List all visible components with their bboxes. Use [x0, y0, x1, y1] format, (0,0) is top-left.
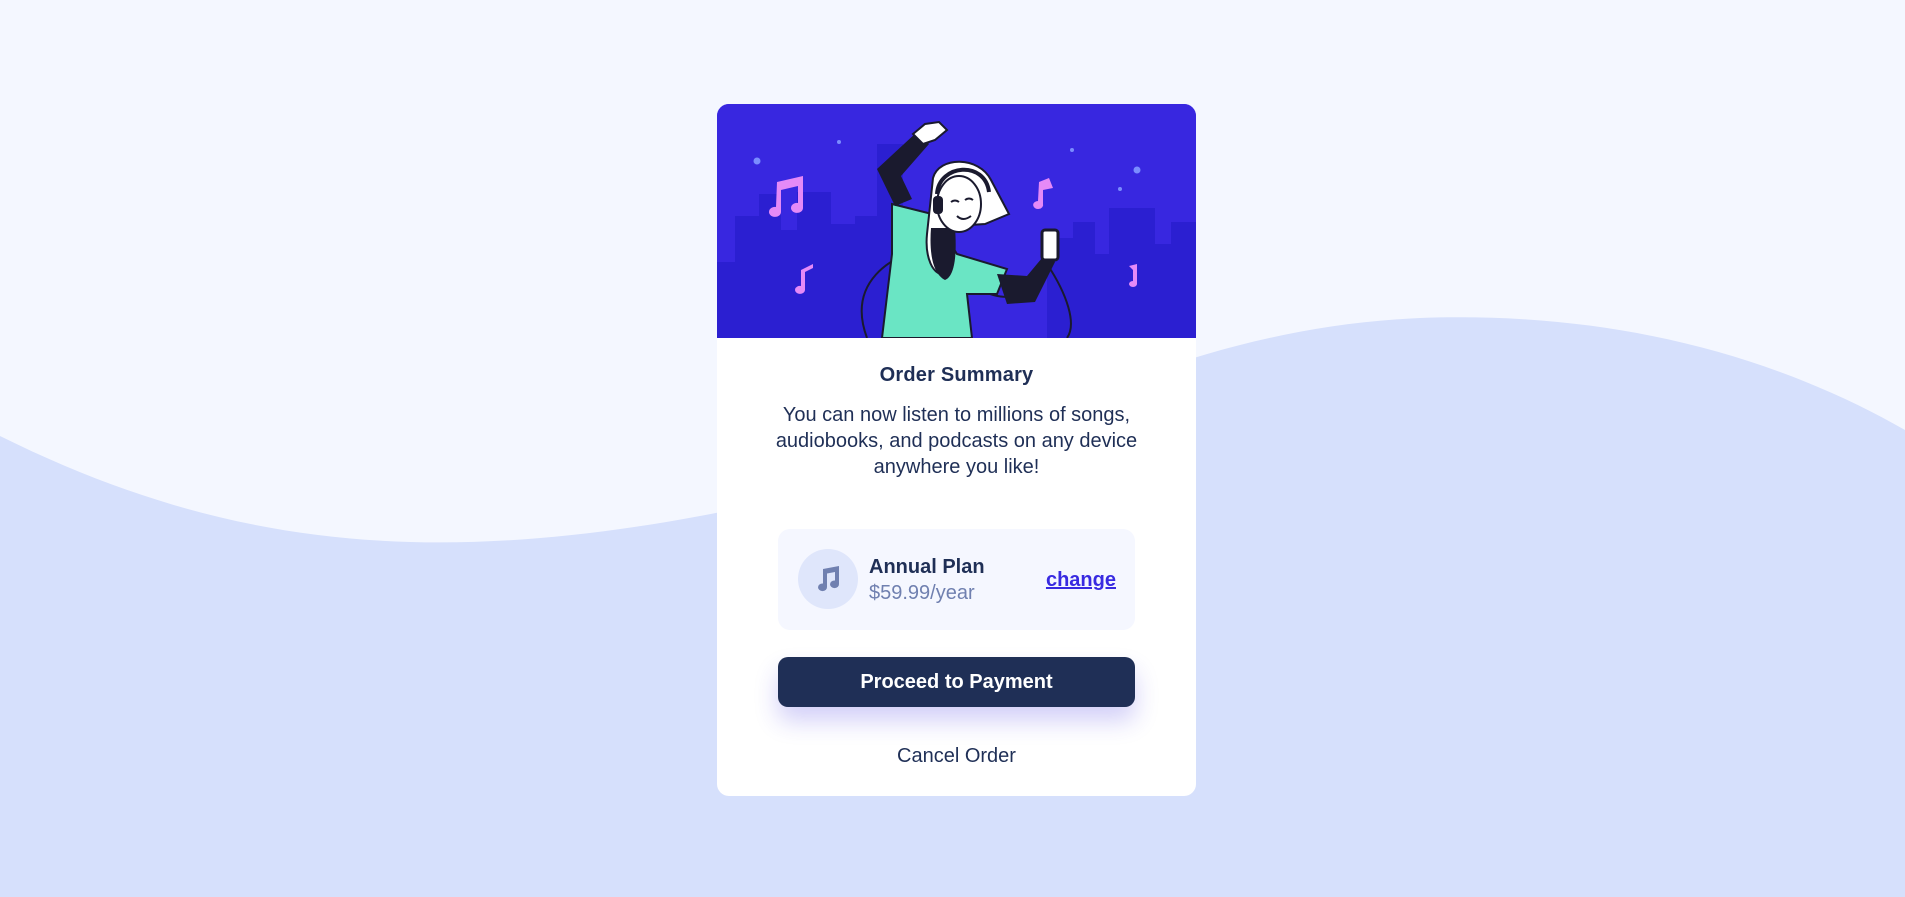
- page-title: Order Summary: [879, 364, 1034, 386]
- plan-name: Annual Plan: [869, 556, 985, 578]
- order-summary-card: Order Summary You can now listen to mill…: [717, 104, 1196, 796]
- plan-box: Annual Plan $59.99/year change: [778, 529, 1135, 630]
- cancel-order-button[interactable]: Cancel Order: [717, 745, 1196, 768]
- hero-illustration: [717, 104, 1196, 338]
- summary-description: You can now listen to millions of songs,…: [775, 404, 1138, 478]
- proceed-to-payment-button[interactable]: Proceed to Payment: [778, 657, 1135, 707]
- music-note-icon: [798, 549, 858, 609]
- plan-price: $59.99/year: [869, 582, 975, 604]
- change-plan-link[interactable]: change: [1046, 569, 1116, 592]
